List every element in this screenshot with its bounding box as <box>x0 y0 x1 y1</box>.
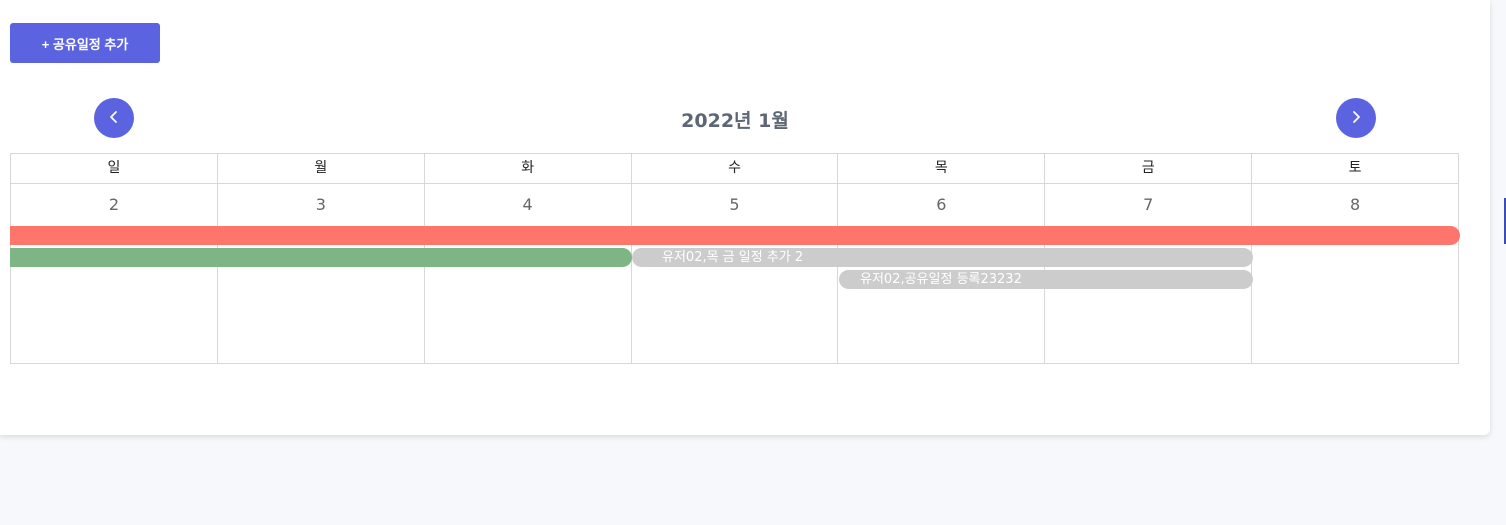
weekday-fri: 금 <box>1045 154 1253 183</box>
day-cell-3[interactable]: 3 <box>218 184 425 363</box>
day-cell-5[interactable]: 5 <box>632 184 839 363</box>
event-bar-shared-schedule[interactable]: 유저02,공유일정 등록23232 <box>839 270 1253 289</box>
weekday-mon: 월 <box>218 154 425 183</box>
calendar-card: + 공유일정 추가 2022년 1월 일 월 화 수 목 금 토 2 3 4 5… <box>0 0 1490 435</box>
event-bar-green[interactable] <box>10 248 632 267</box>
weekday-sat: 토 <box>1348 160 1362 176</box>
weekday-sun: 일 <box>11 154 218 183</box>
day-cell-8[interactable]: 8 <box>1252 184 1458 363</box>
next-month-button[interactable] <box>1336 98 1376 138</box>
day-cell-4[interactable]: 4 <box>425 184 632 363</box>
event-bar-red[interactable] <box>10 226 1460 245</box>
weekday-wed: 수 <box>632 154 839 183</box>
weekday-tue: 화 <box>425 154 632 183</box>
weekday-header: 일 월 화 수 목 금 토 <box>11 154 1458 184</box>
chevron-right-icon <box>1349 109 1363 128</box>
month-title: 2022년 1월 <box>681 110 789 132</box>
add-shared-schedule-button[interactable]: + 공유일정 추가 <box>10 23 160 63</box>
day-cell-2[interactable]: 2 <box>11 184 218 363</box>
weekday-thu: 목 <box>838 154 1046 183</box>
event-bar-thu-fri-schedule[interactable]: 유저02,목 금 일정 추가 2 <box>632 248 1253 267</box>
